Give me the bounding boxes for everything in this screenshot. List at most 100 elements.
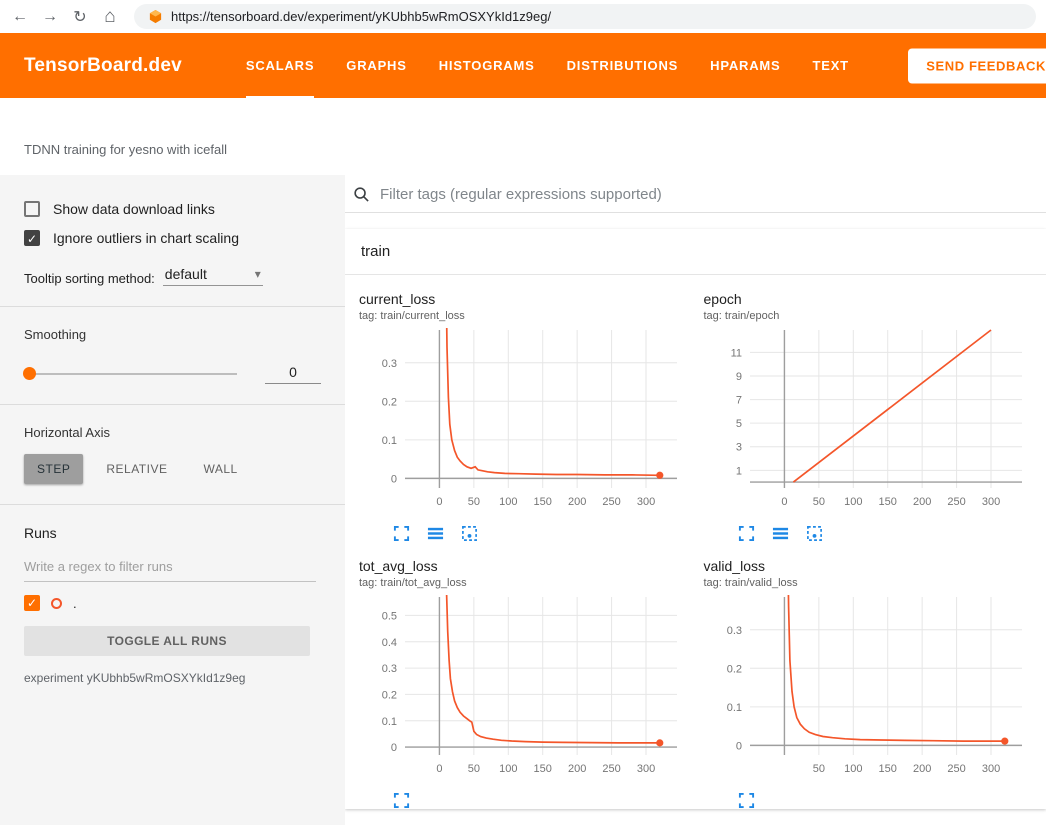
address-bar[interactable]: https://tensorboard.dev/experiment/yKUbh…: [134, 4, 1036, 29]
divider: [0, 504, 345, 505]
svg-text:250: 250: [602, 763, 620, 775]
site-favicon: [148, 9, 163, 24]
tab-hparams[interactable]: HPARAMS: [710, 33, 780, 98]
axis-relative-button[interactable]: RELATIVE: [93, 454, 180, 484]
svg-text:50: 50: [812, 763, 824, 775]
send-feedback-button[interactable]: SEND FEEDBACK: [908, 48, 1046, 83]
svg-text:1: 1: [735, 465, 741, 477]
svg-text:5: 5: [735, 418, 741, 430]
fit-domain-icon[interactable]: [461, 525, 478, 542]
ignore-outliers-checkbox[interactable]: ✓ Ignore outliers in chart scaling: [24, 230, 321, 246]
svg-text:0.3: 0.3: [382, 358, 397, 370]
toggle-all-runs-button[interactable]: TOGGLE ALL RUNS: [24, 626, 310, 656]
scalar-chart-valid-loss[interactable]: 00.10.20.350100150200250300: [704, 591, 1034, 787]
svg-text:0.2: 0.2: [382, 396, 397, 408]
chevron-down-icon: ▾: [255, 267, 261, 281]
svg-text:0.1: 0.1: [382, 435, 397, 447]
svg-text:300: 300: [637, 763, 655, 775]
svg-text:100: 100: [499, 496, 517, 508]
svg-text:100: 100: [844, 763, 862, 775]
divider: [0, 306, 345, 307]
scalar-chart-epoch[interactable]: 1357911050100150200250300: [704, 324, 1034, 520]
svg-text:0: 0: [436, 496, 442, 508]
smoothing-value-input[interactable]: 0: [265, 364, 321, 384]
run-table-icon[interactable]: [772, 525, 789, 542]
expand-card-icon[interactable]: [738, 792, 755, 809]
checkbox-label: Show data download links: [53, 201, 215, 217]
tab-scalars[interactable]: SCALARS: [246, 33, 314, 98]
svg-text:200: 200: [912, 496, 930, 508]
reload-icon[interactable]: ↻: [66, 3, 94, 31]
runs-filter-input[interactable]: [24, 553, 316, 582]
svg-text:0: 0: [781, 496, 787, 508]
tab-histograms[interactable]: HISTOGRAMS: [439, 33, 535, 98]
axis-wall-button[interactable]: WALL: [190, 454, 250, 484]
run-table-icon[interactable]: [427, 525, 444, 542]
svg-text:50: 50: [468, 763, 480, 775]
settings-sidebar: Show data download links ✓ Ignore outlie…: [0, 175, 345, 825]
svg-text:0: 0: [391, 742, 397, 754]
svg-text:200: 200: [568, 496, 586, 508]
svg-text:150: 150: [878, 496, 896, 508]
smoothing-slider-thumb[interactable]: [23, 367, 36, 380]
checkbox-checked-icon[interactable]: ✓: [24, 230, 40, 246]
search-icon: [353, 186, 370, 203]
svg-text:11: 11: [730, 347, 741, 359]
forward-icon[interactable]: →: [36, 3, 64, 31]
expand-card-icon[interactable]: [393, 792, 410, 809]
chart-title: valid_loss: [704, 558, 1043, 574]
svg-text:300: 300: [981, 763, 999, 775]
svg-text:250: 250: [602, 496, 620, 508]
tooltip-sorting-label: Tooltip sorting method:: [24, 271, 155, 286]
checkbox-label: Ignore outliers in chart scaling: [53, 230, 239, 246]
run-checkbox-checked-icon[interactable]: ✓: [24, 595, 40, 611]
chart-card-tot-avg-loss: tot_avg_loss tag: train/tot_avg_loss 00.…: [359, 558, 698, 809]
tag-filter-input[interactable]: [380, 186, 1034, 203]
chart-title: tot_avg_loss: [359, 558, 698, 574]
train-group-card: train current_loss tag: train/current_lo…: [345, 229, 1046, 809]
svg-text:200: 200: [912, 763, 930, 775]
show-download-links-checkbox[interactable]: Show data download links: [24, 201, 321, 217]
back-icon[interactable]: ←: [6, 3, 34, 31]
svg-text:100: 100: [844, 496, 862, 508]
home-icon[interactable]: ⌂: [96, 3, 124, 31]
svg-text:0: 0: [735, 740, 741, 752]
tooltip-sorting-dropdown[interactable]: default ▾: [163, 266, 263, 286]
tensorboard-logo[interactable]: TensorBoard.dev: [24, 55, 182, 77]
svg-text:0.1: 0.1: [726, 702, 741, 714]
axis-step-button[interactable]: STEP: [24, 454, 83, 484]
svg-text:300: 300: [981, 496, 999, 508]
experiment-caption: experiment yKUbhb5wRmOSXYkId1z9eg: [24, 671, 321, 685]
svg-text:0: 0: [436, 763, 442, 775]
horizontal-axis-label: Horizontal Axis: [24, 425, 321, 440]
svg-text:150: 150: [534, 496, 552, 508]
svg-text:150: 150: [878, 763, 896, 775]
chart-tag: tag: train/valid_loss: [704, 577, 1043, 589]
svg-text:0.3: 0.3: [382, 663, 397, 675]
svg-text:0.2: 0.2: [726, 663, 741, 675]
scalar-chart-tot-avg-loss[interactable]: 00.10.20.30.40.5050100150200250300: [359, 591, 689, 787]
header-nav: SCALARS GRAPHS HISTOGRAMS DISTRIBUTIONS …: [246, 33, 849, 98]
run-list-item[interactable]: ✓ .: [24, 595, 321, 611]
smoothing-slider[interactable]: [24, 373, 237, 375]
svg-text:150: 150: [534, 763, 552, 775]
checkbox-unchecked-icon[interactable]: [24, 201, 40, 217]
scalar-chart-current-loss[interactable]: 00.10.20.3050100150200250300: [359, 324, 689, 520]
runs-label: Runs: [24, 525, 321, 541]
expand-card-icon[interactable]: [393, 525, 410, 542]
svg-text:0.4: 0.4: [382, 637, 397, 649]
chart-title: current_loss: [359, 291, 698, 307]
svg-text:3: 3: [735, 442, 741, 454]
tab-distributions[interactable]: DISTRIBUTIONS: [567, 33, 679, 98]
svg-text:250: 250: [947, 496, 965, 508]
expand-card-icon[interactable]: [738, 525, 755, 542]
fit-domain-icon[interactable]: [806, 525, 823, 542]
tab-text[interactable]: TEXT: [812, 33, 848, 98]
smoothing-label: Smoothing: [24, 327, 321, 342]
chart-card-current-loss: current_loss tag: train/current_loss 00.…: [359, 291, 698, 542]
svg-text:0.2: 0.2: [382, 689, 397, 701]
run-name: .: [73, 596, 77, 611]
tab-graphs[interactable]: GRAPHS: [346, 33, 406, 98]
group-title-train[interactable]: train: [345, 229, 1046, 275]
svg-text:300: 300: [637, 496, 655, 508]
